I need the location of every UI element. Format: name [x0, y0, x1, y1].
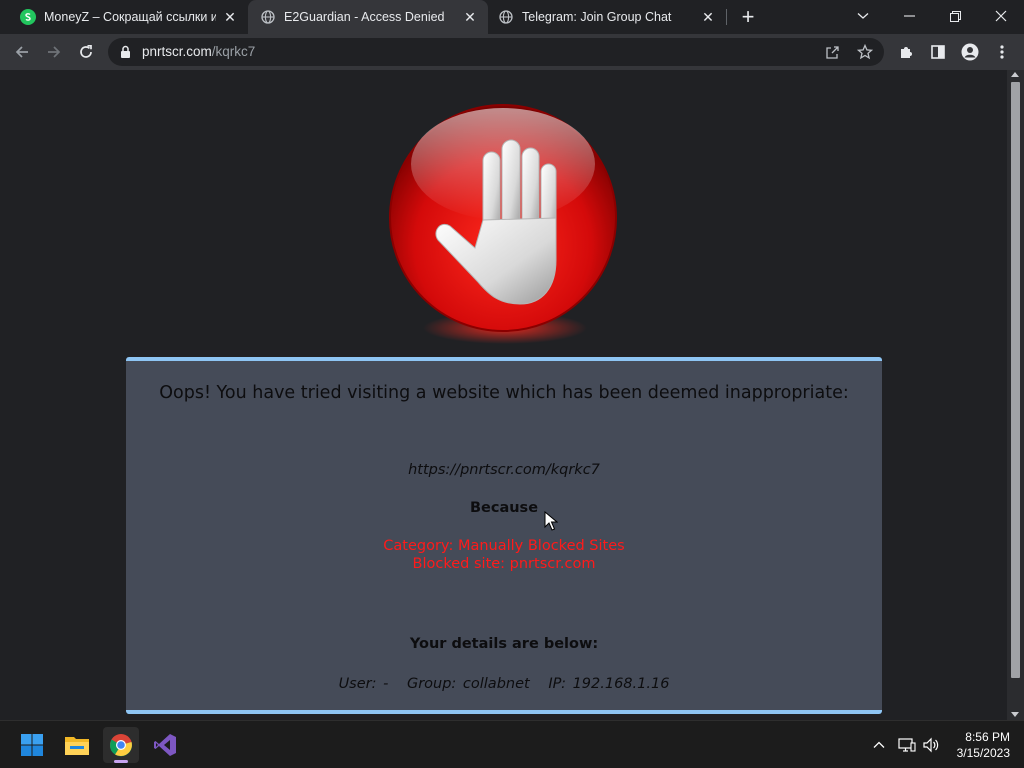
scrollbar-thumb[interactable]	[1011, 82, 1020, 678]
page-viewport: Oops! You have tried visiting a website …	[0, 70, 1024, 720]
globe-icon	[498, 9, 514, 25]
browser-toolbar: pnrtscr.com/kqrkc7	[0, 34, 1024, 70]
minimize-button[interactable]	[886, 0, 932, 32]
tab-title: E2Guardian - Access Denied	[284, 10, 445, 24]
visual-studio-button[interactable]	[147, 727, 183, 763]
moneyz-icon	[20, 9, 36, 25]
close-icon	[995, 10, 1007, 22]
mouse-cursor-icon	[544, 511, 558, 531]
file-explorer-icon	[65, 737, 89, 755]
close-icon[interactable]: ✕	[222, 9, 238, 25]
tab-title: MoneyZ – Сокращай ссылки и з	[44, 10, 216, 24]
kebab-menu-icon	[1000, 45, 1004, 59]
clock-date: 3/15/2023	[956, 746, 1010, 760]
avatar-icon	[961, 43, 979, 61]
reload-button[interactable]	[74, 40, 98, 64]
puzzle-icon	[901, 47, 912, 58]
vertical-scrollbar[interactable]	[1007, 70, 1024, 720]
blocked-url: https://pnrtscr.com/kqrkc7	[408, 462, 600, 478]
tab-title: Telegram: Join Group Chat	[522, 10, 672, 24]
tab-moneyz[interactable]: MoneyZ – Сокращай ссылки и з ✕	[0, 0, 248, 34]
close-icon[interactable]: ✕	[700, 9, 716, 25]
access-denied-panel: Oops! You have tried visiting a website …	[126, 357, 882, 714]
scroll-down-icon[interactable]	[1011, 712, 1019, 717]
user-value: User: -	[338, 676, 389, 692]
url-text: pnrtscr.com/kqrkc7	[142, 44, 255, 59]
reload-icon	[80, 44, 92, 58]
close-icon[interactable]: ✕	[462, 9, 478, 25]
denial-heading: Oops! You have tried visiting a website …	[159, 383, 849, 403]
windows-start-icon	[21, 734, 43, 756]
windows-taskbar: 8:56 PM 3/15/2023	[0, 720, 1024, 768]
volume-icon[interactable]	[922, 736, 940, 754]
url-host: pnrtscr.com	[142, 44, 212, 59]
lock-icon[interactable]	[120, 45, 131, 64]
close-window-button[interactable]	[978, 0, 1024, 32]
chrome-button[interactable]	[103, 727, 139, 763]
network-icon[interactable]	[898, 736, 916, 754]
forward-arrow-icon	[48, 46, 61, 58]
back-arrow-icon	[15, 46, 28, 58]
minimize-icon	[903, 15, 915, 17]
chevron-up-icon[interactable]	[870, 736, 888, 754]
block-category: Category: Manually Blocked Sites	[383, 538, 625, 554]
share-icon[interactable]	[824, 44, 840, 60]
visual-studio-icon	[154, 734, 176, 756]
tab-telegram[interactable]: Telegram: Join Group Chat ✕	[488, 0, 726, 34]
scroll-up-icon[interactable]	[1011, 72, 1019, 77]
new-tab-button[interactable]: +	[737, 6, 759, 29]
because-label: Because	[469, 500, 539, 516]
group-value: Group: collabnet	[406, 676, 530, 692]
tab-separator	[726, 9, 727, 25]
file-explorer-button[interactable]	[59, 727, 95, 763]
forward-button[interactable]	[42, 40, 66, 64]
chevron-down-icon	[857, 13, 869, 19]
ip-value: IP: 192.168.1.16	[548, 676, 670, 692]
system-clock[interactable]: 8:56 PM 3/15/2023	[957, 729, 1010, 761]
back-button[interactable]	[10, 40, 34, 64]
restore-icon	[949, 10, 961, 22]
extensions-button[interactable]	[894, 40, 918, 64]
tab-e2guardian[interactable]: E2Guardian - Access Denied ✕	[248, 0, 488, 34]
blocked-site: Blocked site: pnrtscr.com	[412, 556, 596, 572]
start-button[interactable]	[14, 727, 50, 763]
side-panel-icon	[931, 45, 945, 59]
stop-hand-icon	[389, 104, 617, 344]
menu-button[interactable]	[990, 40, 1014, 64]
address-bar[interactable]: pnrtscr.com/kqrkc7	[108, 38, 884, 66]
tab-strip: MoneyZ – Сокращай ссылки и з ✕ E2Guardia…	[0, 0, 1024, 34]
active-indicator	[114, 760, 128, 763]
user-details: User: - Group: collabnet IP: 192.168.1.1…	[126, 676, 882, 692]
clock-time: 8:56 PM	[965, 730, 1010, 744]
url-path: /kqrkc7	[211, 44, 256, 59]
side-panel-button[interactable]	[926, 40, 950, 64]
restore-button[interactable]	[932, 0, 978, 32]
globe-icon	[260, 9, 276, 25]
chrome-icon	[109, 734, 133, 757]
bookmark-star-icon[interactable]	[857, 44, 873, 60]
profile-button[interactable]	[958, 40, 982, 64]
details-title: Your details are below:	[409, 636, 599, 652]
tab-search-button[interactable]	[840, 0, 886, 32]
